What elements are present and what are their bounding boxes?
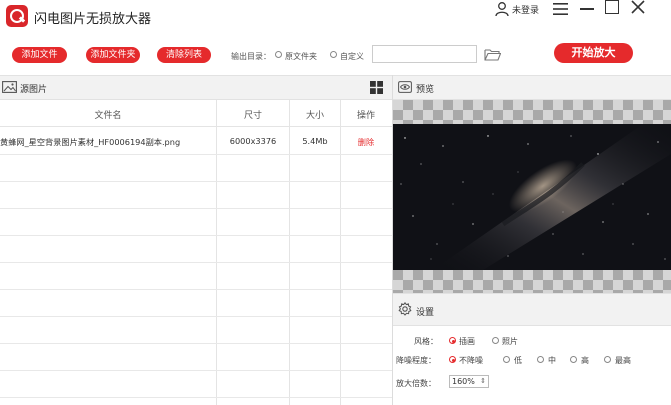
app-title: 闪电图片无损放大器 xyxy=(34,12,152,27)
add-folder-button[interactable]: 添加文件夹 xyxy=(86,47,140,63)
app-logo-icon xyxy=(6,5,28,27)
scale-select[interactable]: 160% ⇕ xyxy=(449,375,489,388)
output-dir-label: 输出目录： xyxy=(231,52,271,61)
output-custom-radio[interactable] xyxy=(330,51,337,58)
maximize-icon[interactable] xyxy=(605,0,619,14)
table-row-divider xyxy=(0,235,392,236)
settings-panel-title: 设置 xyxy=(416,308,435,318)
noise-label: 降噪程度： xyxy=(396,356,436,365)
table-row-divider xyxy=(0,316,392,317)
delete-link[interactable]: 删除 xyxy=(341,136,391,148)
settings-gear-icon xyxy=(398,302,412,316)
noise-medium-label[interactable]: 中 xyxy=(548,355,556,366)
style-illustration-label[interactable]: 插画 xyxy=(459,336,475,347)
table-row-divider xyxy=(0,370,392,371)
menu-icon[interactable] xyxy=(553,3,568,15)
settings-panel-header xyxy=(393,293,671,326)
preview-panel-header xyxy=(393,75,671,100)
column-filesize: 大小 xyxy=(305,111,324,121)
preview-panel-title: 预览 xyxy=(416,85,435,95)
file-dimensions-cell: 6000x3376 xyxy=(229,136,277,146)
grid-view-icon[interactable] xyxy=(370,81,383,94)
noise-low-label[interactable]: 低 xyxy=(514,355,522,366)
style-photo-label[interactable]: 照片 xyxy=(502,336,518,347)
noise-medium-radio[interactable] xyxy=(537,356,544,363)
table-row-divider xyxy=(0,208,392,209)
output-custom-label[interactable]: 自定义 xyxy=(340,51,364,62)
table-row-divider xyxy=(0,397,392,398)
table-row-divider xyxy=(0,262,392,263)
source-panel-header xyxy=(0,75,392,100)
close-icon[interactable] xyxy=(631,0,645,14)
output-original-radio[interactable] xyxy=(275,51,282,58)
output-path-input[interactable] xyxy=(372,45,477,63)
table-row-divider xyxy=(0,154,392,155)
noise-none-label[interactable]: 不降噪 xyxy=(459,355,483,366)
column-action: 操作 xyxy=(356,111,375,121)
style-photo-radio[interactable] xyxy=(492,337,499,344)
minimize-icon[interactable] xyxy=(580,8,594,10)
noise-high-label[interactable]: 高 xyxy=(581,355,589,366)
source-panel-title: 源图片 xyxy=(20,85,48,95)
stepper-arrows-icon[interactable]: ⇕ xyxy=(480,376,486,387)
style-label: 风格： xyxy=(414,337,438,346)
add-file-button[interactable]: 添加文件 xyxy=(12,47,67,63)
noise-max-radio[interactable] xyxy=(604,356,611,363)
image-icon xyxy=(2,81,17,93)
table-row-divider xyxy=(0,181,392,182)
clear-list-button[interactable]: 清除列表 xyxy=(157,47,211,63)
noise-none-radio[interactable] xyxy=(449,356,456,363)
table-row-divider xyxy=(0,289,392,290)
user-icon[interactable] xyxy=(494,1,510,17)
column-filename: 文件名 xyxy=(94,111,122,121)
style-illustration-radio[interactable] xyxy=(449,337,456,344)
noise-low-radio[interactable] xyxy=(503,356,510,363)
file-name-cell: 黄蜂网_星空背景图片素材_HF0006194副本.png xyxy=(0,137,181,147)
preview-eye-icon xyxy=(398,81,412,93)
file-size-cell: 5.4Mb xyxy=(302,136,328,146)
noise-max-label[interactable]: 最高 xyxy=(615,355,631,366)
folder-icon[interactable] xyxy=(484,48,501,61)
table-row-divider xyxy=(0,343,392,344)
output-original-label[interactable]: 原文件夹 xyxy=(285,51,317,62)
start-enlarge-button[interactable]: 开始放大 xyxy=(554,43,633,63)
login-link[interactable]: 未登录 xyxy=(512,3,539,16)
column-dimensions: 尺寸 xyxy=(243,111,262,121)
scale-label: 放大倍数： xyxy=(396,379,436,388)
scale-value: 160% xyxy=(452,377,475,386)
noise-high-radio[interactable] xyxy=(570,356,577,363)
preview-image xyxy=(393,124,671,270)
